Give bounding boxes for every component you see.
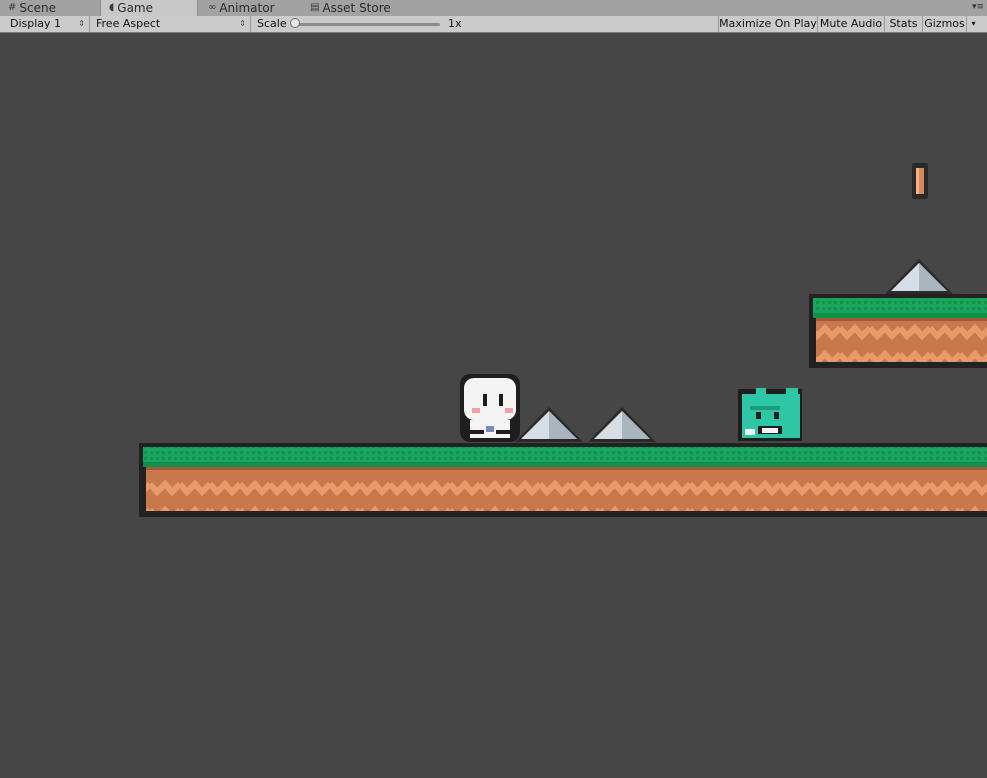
aspect-dropdown[interactable]: Free Aspect ⇕ (90, 16, 251, 32)
dropdown-arrow-icon: ⇕ (239, 19, 246, 28)
ground-platform (139, 443, 987, 517)
pacman-icon: ◖ (109, 2, 115, 13)
dropdown-arrow-icon: ⇕ (78, 19, 85, 28)
display-dropdown[interactable]: Display 1 ⇕ (4, 16, 90, 32)
gizmos-arrow-icon[interactable]: ▾ (966, 16, 980, 32)
scale-label: Scale (257, 17, 287, 30)
coin-item (912, 163, 928, 199)
player-character (460, 374, 520, 442)
scale-value: 1x (448, 17, 462, 30)
game-viewport[interactable] (0, 34, 987, 778)
tab-scene[interactable]: # Scene (0, 0, 98, 16)
tab-animator[interactable]: ∞ Animator (200, 0, 300, 16)
display-label: Display 1 (10, 17, 62, 30)
tab-game-label: Game (117, 1, 154, 15)
store-icon: ▤ (310, 2, 320, 13)
game-scene (139, 163, 987, 517)
stats-button[interactable]: Stats (884, 16, 922, 32)
animator-icon: ∞ (208, 2, 217, 13)
spike (885, 259, 953, 294)
spike (515, 407, 583, 442)
scale-slider-thumb[interactable] (290, 18, 300, 28)
spike (588, 407, 656, 442)
tab-menu-icon[interactable]: ▾≡ (972, 2, 984, 12)
grid-icon: # (8, 2, 17, 13)
tab-asset-store-label: Asset Store (322, 1, 391, 15)
game-toolbar: Display 1 ⇕ Free Aspect ⇕ Scale 1x Maxim… (0, 16, 987, 33)
raised-platform (809, 294, 987, 368)
tab-scene-label: Scene (19, 1, 56, 15)
aspect-label: Free Aspect (96, 17, 161, 30)
tab-game[interactable]: ◖ Game (100, 0, 198, 16)
editor-tab-bar: # Scene ◖ Game ∞ Animator ▤ Asset Store … (0, 0, 987, 17)
tab-animator-label: Animator (219, 1, 275, 15)
gizmos-label: Gizmos (924, 17, 965, 30)
scale-slider-track[interactable] (294, 23, 440, 26)
tab-asset-store[interactable]: ▤ Asset Store (302, 0, 412, 16)
maximize-on-play-button[interactable]: Maximize On Play (718, 16, 817, 32)
slime-enemy (738, 388, 802, 441)
mute-audio-button[interactable]: Mute Audio (817, 16, 884, 32)
